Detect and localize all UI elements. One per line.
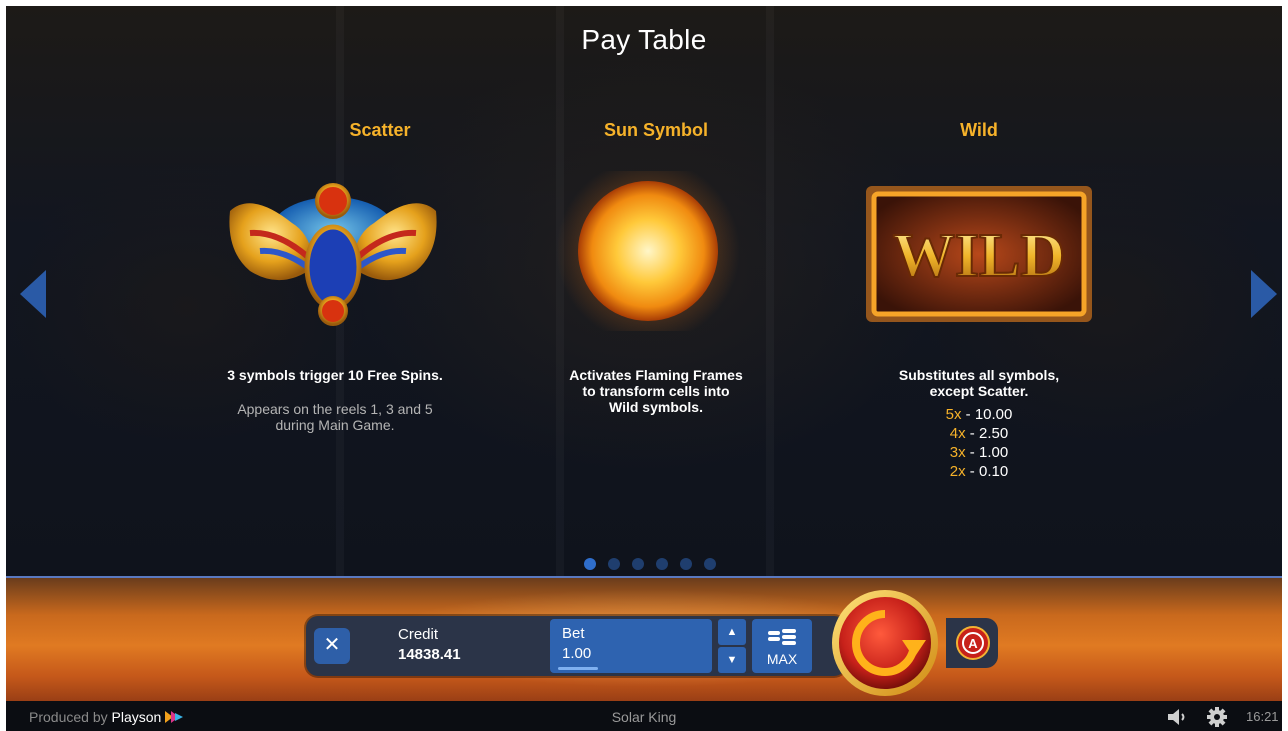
wild-payout-row: 2x - 0.10 [949, 463, 1009, 480]
wild-payout-row: 5x - 10.00 [945, 406, 1013, 423]
autoplay-letter: A [968, 636, 978, 651]
max-bet-button[interactable]: MAX [752, 619, 812, 673]
spin-button[interactable] [830, 588, 940, 698]
max-label: MAX [766, 651, 798, 667]
payout-value: 2.50 [978, 425, 1009, 442]
page-dot[interactable] [584, 558, 596, 570]
sun-icon [556, 171, 740, 331]
scatter-reels-note: Appears on the reels 1, 3 and 5 during M… [170, 401, 500, 433]
coins-icon [768, 629, 796, 645]
page-dot[interactable] [632, 558, 644, 570]
close-button[interactable]: ✕ [314, 628, 350, 664]
speaker-icon[interactable] [1166, 708, 1188, 726]
clock-time: 16:21 [1246, 709, 1279, 724]
wild-description-line: except Scatter. [929, 383, 1029, 399]
bet-value: 1.00 [562, 645, 592, 662]
credit-label: Credit [398, 626, 439, 643]
wild-description-line: Substitutes all symbols, [898, 367, 1060, 383]
payout-multiplier: 4x [949, 425, 966, 442]
bet-level-indicator [558, 667, 598, 670]
payout-value: 0.10 [978, 463, 1009, 480]
close-icon: ✕ [323, 634, 341, 656]
game-name: Solar King [611, 709, 677, 725]
bet-decrease-button[interactable]: ▼ [718, 647, 746, 673]
payout-value: 10.00 [974, 406, 1013, 423]
footer-bar: Produced by Playson Solar King 16:21 [6, 701, 1282, 731]
page-title: Pay Table [581, 24, 707, 55]
page-dot[interactable] [656, 558, 668, 570]
credit-value: 14838.41 [398, 646, 461, 663]
payout-multiplier: 2x [949, 463, 966, 480]
page-dot[interactable] [704, 558, 716, 570]
scarab-icon [229, 183, 437, 326]
wild-symbol-text: WILD [893, 222, 1065, 290]
sun-symbol-info: Activates Flaming Frames to transform ce… [491, 367, 821, 415]
page-dot[interactable] [680, 558, 692, 570]
wild-column: Wild [814, 120, 1144, 141]
wild-payout-row: 4x - 2.50 [949, 425, 1009, 442]
next-page-arrow-icon[interactable] [1249, 268, 1279, 320]
sun-symbol-column: Sun Symbol [491, 120, 821, 141]
sun-description-line: Activates Flaming Frames [569, 367, 743, 383]
page-dot[interactable] [608, 558, 620, 570]
bet-increase-button[interactable]: ▲ [718, 619, 746, 645]
autoplay-button[interactable]: A [956, 626, 990, 660]
sun-description-line: to transform cells into [582, 383, 730, 399]
wild-icon: WILD [866, 186, 1092, 322]
sun-symbol-title: Sun Symbol [603, 120, 708, 140]
control-bar: ✕ Credit 14838.41 Bet 1.00 ▲ ▼ MAX A [6, 576, 1282, 701]
previous-page-arrow-icon[interactable] [18, 268, 48, 320]
wild-payout-row: 3x - 1.00 [949, 444, 1009, 461]
payout-multiplier: 3x [949, 444, 966, 461]
wild-info: Substitutes all symbols, except Scatter.… [814, 367, 1144, 481]
scatter-note-line: Appears on the reels 1, 3 and 5 [237, 401, 433, 417]
payout-value: 1.00 [978, 444, 1009, 461]
game-window: Pay Table Scatter 3 symbols trigger 10 F… [6, 6, 1282, 731]
triangle-down-icon: ▼ [726, 654, 738, 666]
gear-icon[interactable] [1207, 707, 1227, 727]
bet-panel: ✕ Credit 14838.41 Bet 1.00 ▲ ▼ MAX [306, 616, 846, 676]
bet-field[interactable]: Bet 1.00 [550, 619, 712, 673]
scatter-description: 3 symbols trigger 10 Free Spins. [227, 367, 443, 383]
wild-payouts: 5x - 10.00 4x - 2.50 3x - 1.00 2x - 0.10 [814, 405, 1144, 481]
bet-label: Bet [562, 625, 585, 642]
payout-multiplier: 5x [945, 406, 962, 423]
sun-description-line: Wild symbols. [608, 399, 703, 415]
wild-title: Wild [960, 120, 998, 140]
triangle-up-icon: ▲ [726, 626, 738, 638]
scatter-note-line: during Main Game. [275, 417, 395, 433]
autoplay-panel: A [946, 618, 998, 668]
scatter-info: 3 symbols trigger 10 Free Spins. Appears… [170, 367, 500, 433]
